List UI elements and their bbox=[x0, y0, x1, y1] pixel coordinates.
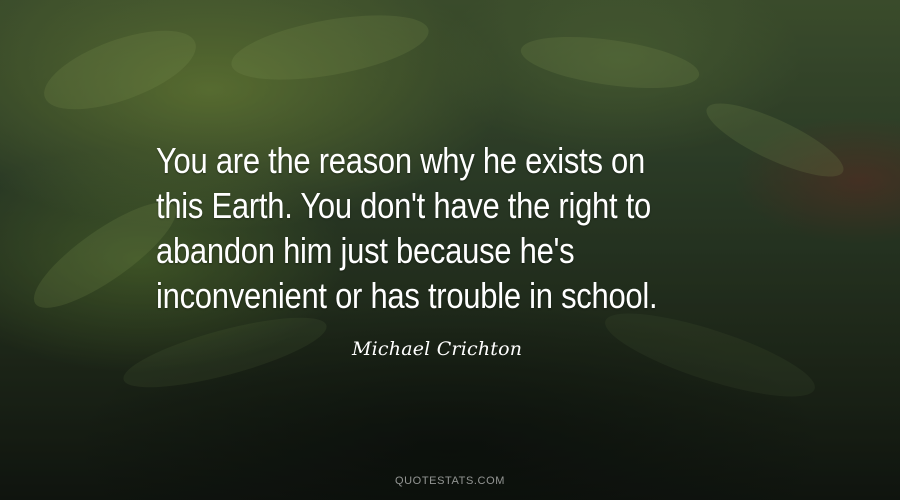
quote-line: this Earth. You don't have the right to bbox=[156, 185, 652, 226]
quote-line: abandon him just because he's bbox=[156, 230, 575, 271]
quote-author: Michael Crichton bbox=[352, 338, 523, 360]
quote-text: You are the reason why he exists on this… bbox=[156, 138, 706, 318]
quote-line: inconvenient or has trouble in school. bbox=[156, 275, 658, 316]
quote-line: You are the reason why he exists on bbox=[156, 140, 645, 181]
site-watermark: QUOTESTATS.COM bbox=[394, 475, 506, 487]
